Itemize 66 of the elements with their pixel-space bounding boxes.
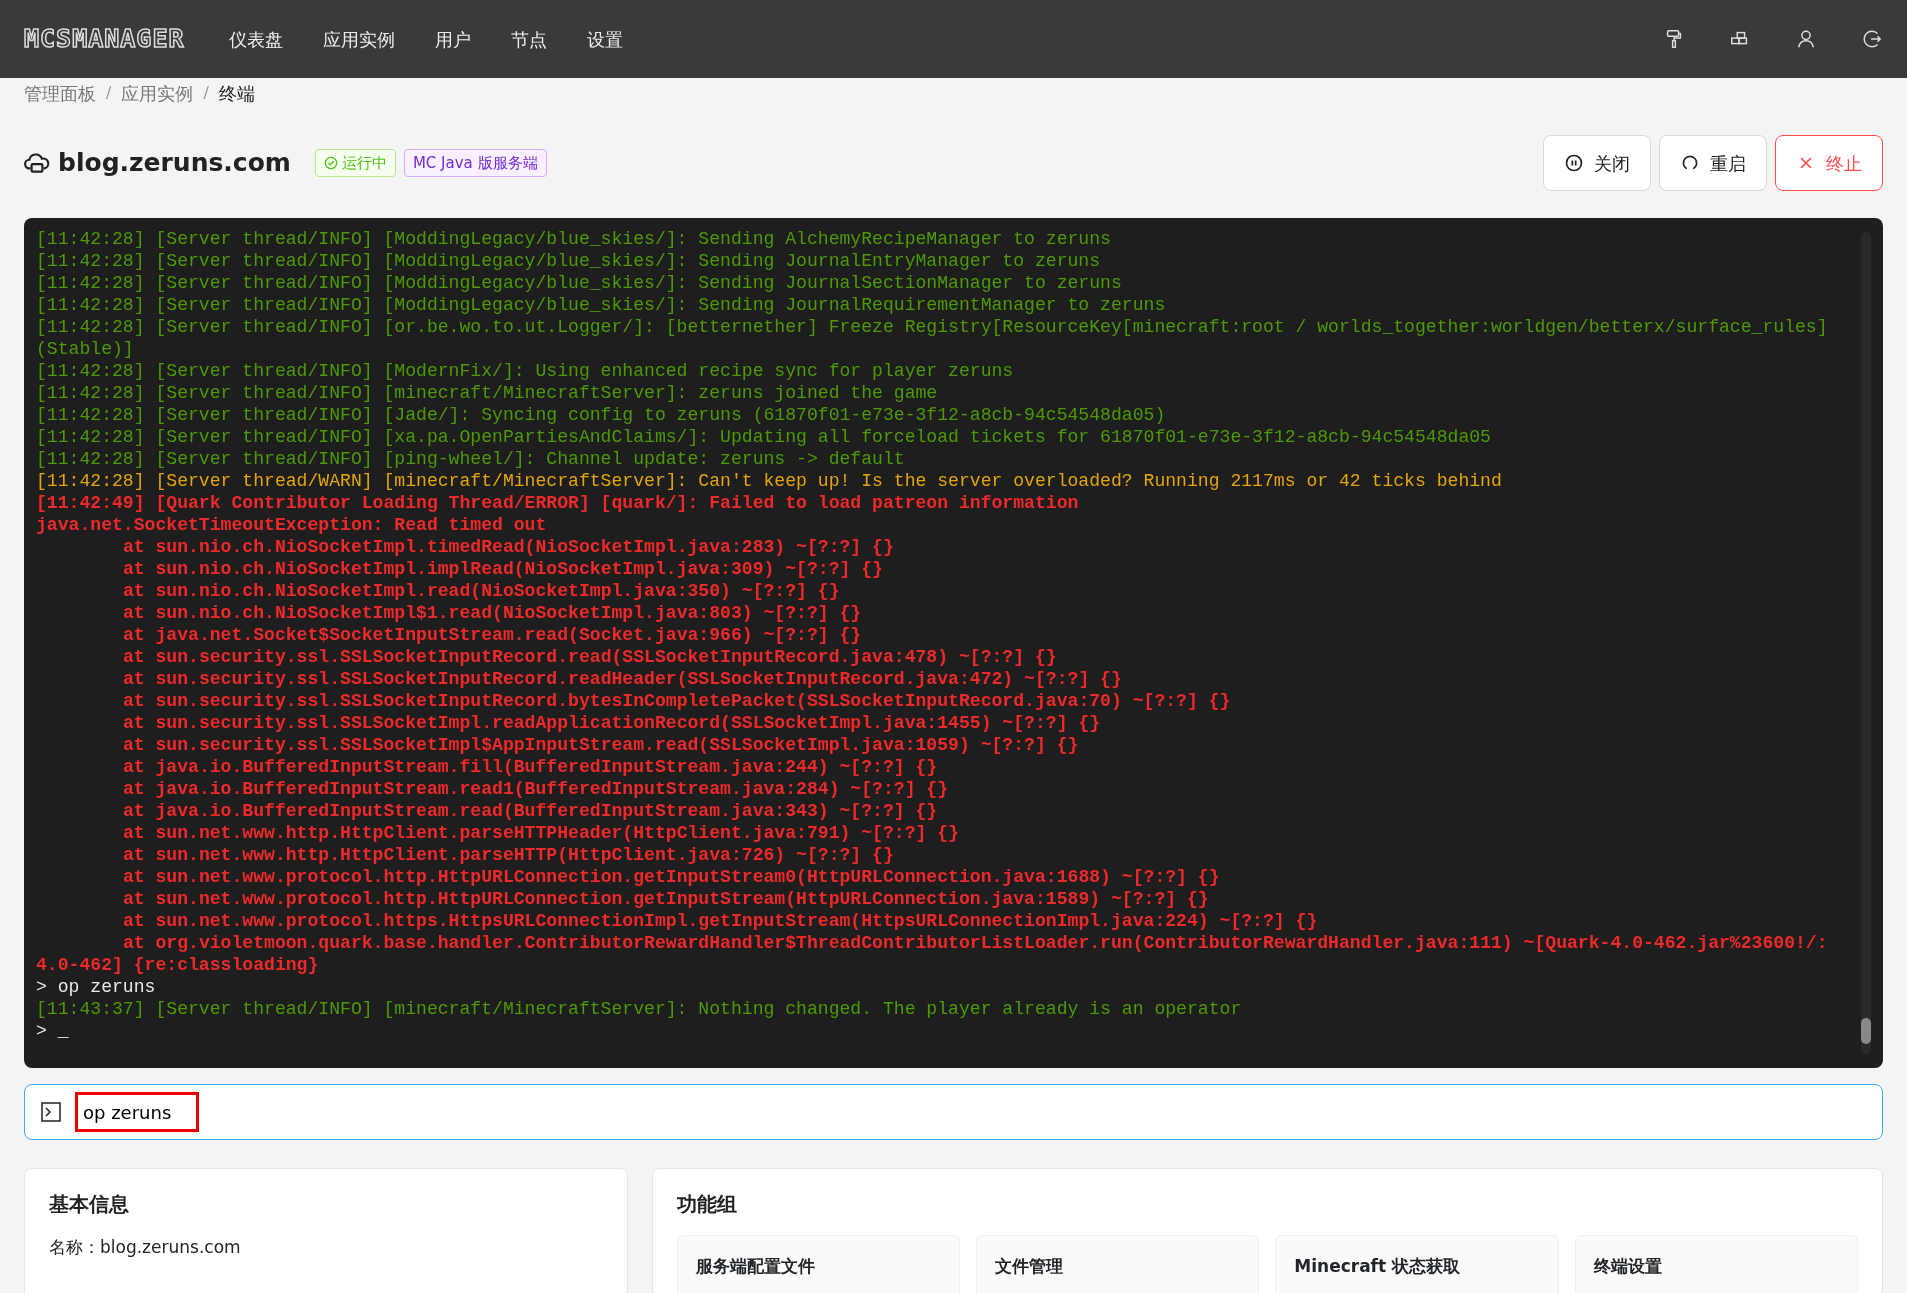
terminal-line: at sun.nio.ch.NioSocketImpl.read(NioSocketImpl.java:350) ~[?:?] {} bbox=[121, 580, 841, 602]
terminal-line: [11:42:28] [Server thread/INFO] [ModernFix/]: Using enhanced recipe sync for player zeruns bbox=[36, 360, 1015, 382]
nav-tab[interactable]: 仪表盘 bbox=[208, 0, 303, 78]
terminal-line: at java.io.BufferedInputStream.fill(BufferedInputStream.java:244) ~[?:?] {} bbox=[121, 756, 939, 778]
feature-card[interactable]: 服务端配置文件 bbox=[676, 1235, 960, 1293]
terminal-line: at sun.nio.ch.NioSocketImpl$1.read(NioSocketImpl.java:803) ~[?:?] {} bbox=[121, 602, 863, 624]
terminal-line: at java.net.Socket$SocketInputStream.read(Socket.java:966) ~[?:?] {} bbox=[121, 624, 863, 646]
command-bar[interactable]: op zeruns bbox=[24, 1084, 1883, 1140]
terminal-line: at sun.security.ssl.SSLSocketInputRecord.bytesInCompletePacket(SSLSocketInputRecord.java:70) ~[?:?] {} bbox=[121, 690, 1232, 712]
pause-icon bbox=[1564, 153, 1584, 173]
cloud-server-icon bbox=[24, 150, 50, 176]
terminal-line: at sun.nio.ch.NioSocketImpl.implRead(NioSocketImpl.java:309) ~[?:?] {} bbox=[121, 558, 884, 580]
terminal-line: [11:42:28] [Server thread/INFO] [ping-wheel/]: Channel update: zeruns -> default bbox=[36, 448, 906, 470]
terminal-line: [11:42:28] [Server thread/INFO] [ModdingLegacy/blue_skies/]: Sending JournalRequirementManager to zeruns bbox=[36, 294, 1167, 316]
action-button[interactable]: 关闭 bbox=[1543, 135, 1651, 191]
terminal-line: at sun.net.www.protocol.http.HttpURLConnection.getInputStream0(HttpURLConnection.java:1688) ~[?:?] {} bbox=[121, 866, 1221, 888]
terminal-line: [11:42:28] [Server thread/INFO] [Jade/]: Syncing config to zeruns (61870f01-e73e-3f12-a8cb-94c54548da05) bbox=[36, 404, 1167, 426]
terminal-line: [11:42:28] [Server thread/INFO] [ModdingLegacy/blue_skies/]: Sending AlchemyRecipeManager to zeruns bbox=[36, 228, 1112, 250]
status-text: 运行中 bbox=[341, 152, 387, 174]
card-title: 功能组 bbox=[676, 1191, 738, 1218]
terminal-line: [11:42:28] [Server thread/INFO] [or.be.wo.to.ut.Logger/]: [betternether] Freeze Registry[ResourceKey[minecraft:root / worlds_together:worldgen/betterx/surface_rules] (Stable)] bbox=[36, 316, 1829, 360]
breadcrumb-link[interactable]: 应用实例 bbox=[121, 79, 194, 107]
terminal-line: at sun.nio.ch.NioSocketImpl.timedRead(NioSocketImpl.java:283) ~[?:?] {} bbox=[121, 536, 895, 558]
feature-card[interactable]: 终端设置 bbox=[1574, 1235, 1858, 1293]
terminal-line: at java.io.BufferedInputStream.read1(BufferedInputStream.java:284) ~[?:?] {} bbox=[121, 778, 950, 800]
feature-card[interactable]: 文件管理 bbox=[976, 1235, 1260, 1293]
terminal-line: at sun.security.ssl.SSLSocketImpl.readApplicationRecord(SSLSocketImpl.java:1455) ~[?:?] {} bbox=[121, 712, 1102, 734]
terminal-line: > op zeruns bbox=[36, 976, 157, 998]
breadcrumb-link[interactable]: 管理面板 bbox=[24, 79, 96, 107]
logout-icon[interactable] bbox=[1861, 28, 1883, 50]
terminal-line: at sun.net.www.protocol.https.HttpsURLConnectionImpl.getInputStream(HttpsURLConnectionImpl.java:224) ~[?:?] {} bbox=[121, 910, 1319, 932]
check-circle-icon bbox=[323, 156, 338, 170]
type-tag: MC Java 版服务端 bbox=[403, 148, 547, 178]
terminal-line: at sun.net.www.http.HttpClient.parseHTTP(HttpClient.java:726) ~[?:?] {} bbox=[121, 844, 895, 866]
nav-tab[interactable]: 节点 bbox=[490, 0, 567, 78]
name-field: 名称：blog.zeruns.com bbox=[49, 1235, 603, 1261]
breadcrumb-separator: / bbox=[106, 82, 112, 104]
terminal-line: [11:42:28] [Server thread/INFO] [ModdingLegacy/blue_skies/]: Sending JournalSectionManager to zeruns bbox=[36, 272, 1123, 294]
action-button[interactable]: 重启 bbox=[1659, 135, 1767, 191]
instance-title: blog.zeruns.com bbox=[58, 147, 291, 180]
feature-card[interactable]: Minecraft 状态获取 bbox=[1275, 1235, 1559, 1293]
scrollbar-thumb[interactable] bbox=[1861, 1018, 1871, 1044]
terminal-line: > _ bbox=[36, 1020, 70, 1042]
terminal-line: at sun.net.www.protocol.http.HttpURLConnection.getInputStream(HttpURLConnection.java:1589) ~[?:?] {} bbox=[121, 888, 1210, 910]
terminal-line: at java.io.BufferedInputStream.read(BufferedInputStream.java:343) ~[?:?] {} bbox=[121, 800, 939, 822]
terminal-line: at sun.security.ssl.SSLSocketImpl$AppInputStream.read(SSLSocketImpl.java:1059) ~[?:?] {} bbox=[121, 734, 1080, 756]
terminal-line: [11:42:28] [Server thread/INFO] [minecraft/MinecraftServer]: zeruns joined the game bbox=[36, 382, 939, 404]
user-icon[interactable] bbox=[1795, 28, 1817, 50]
terminal-line: [11:42:28] [Server thread/INFO] [ModdingLegacy/blue_skies/]: Sending JournalEntryManager to zeruns bbox=[36, 250, 1102, 272]
nav-tab[interactable]: 应用实例 bbox=[302, 0, 415, 78]
command-field[interactable]: op zeruns bbox=[67, 1098, 1866, 1126]
terminal-icon bbox=[41, 1102, 61, 1122]
terminal-line: at sun.security.ssl.SSLSocketInputRecord.readHeader(SSLSocketInputRecord.java:472) ~[?:?] {} bbox=[121, 668, 1123, 690]
terminal-line: java.net.SocketTimeoutException: Read timed out bbox=[36, 514, 548, 536]
card-title: 基本信息 bbox=[49, 1191, 130, 1218]
terminal-line: at sun.security.ssl.SSLSocketInputRecord.read(SSLSocketInputRecord.java:478) ~[?:?] {} bbox=[121, 646, 1058, 668]
nav-tab[interactable]: 设置 bbox=[566, 0, 643, 78]
terminal-line: [11:42:28] [Server thread/WARN] [minecraft/MinecraftServer]: Can't keep up! Is the server overloaded? Running 2117ms or 42 ticks behind bbox=[36, 470, 1503, 492]
terminal-line: [11:43:37] [Server thread/INFO] [minecraft/MinecraftServer]: Nothing changed. The player already is an operator bbox=[36, 998, 1243, 1020]
logo[interactable]: MCSMANAGER bbox=[24, 20, 185, 58]
nav-tab[interactable]: 用户 bbox=[414, 0, 491, 78]
breadcrumb-separator: / bbox=[203, 82, 209, 104]
terminal-line: at sun.net.www.http.HttpClient.parseHTTPHeader(HttpClient.java:791) ~[?:?] {} bbox=[121, 822, 960, 844]
terminal-line: at org.violetmoon.quark.base.handler.ContributorRewardHandler$ThreadContributorListLoader.run(ContributorRewardHandler.java:111) ~[Quark-4.0-462.jar%23600!/:4.0-462] {re:classloading} bbox=[36, 932, 1829, 976]
terminal-line: [11:42:28] [Server thread/INFO] [xa.pa.OpenPartiesAndClaims/]: Updating all forceload tickets for 61870f01-e73e-3f12-a8cb-94c54548da05 bbox=[36, 426, 1492, 448]
terminal-line: [11:42:49] [Quark Contributor Loading Thread/ERROR] [quark/]: Failed to load patreon information bbox=[36, 492, 1080, 514]
